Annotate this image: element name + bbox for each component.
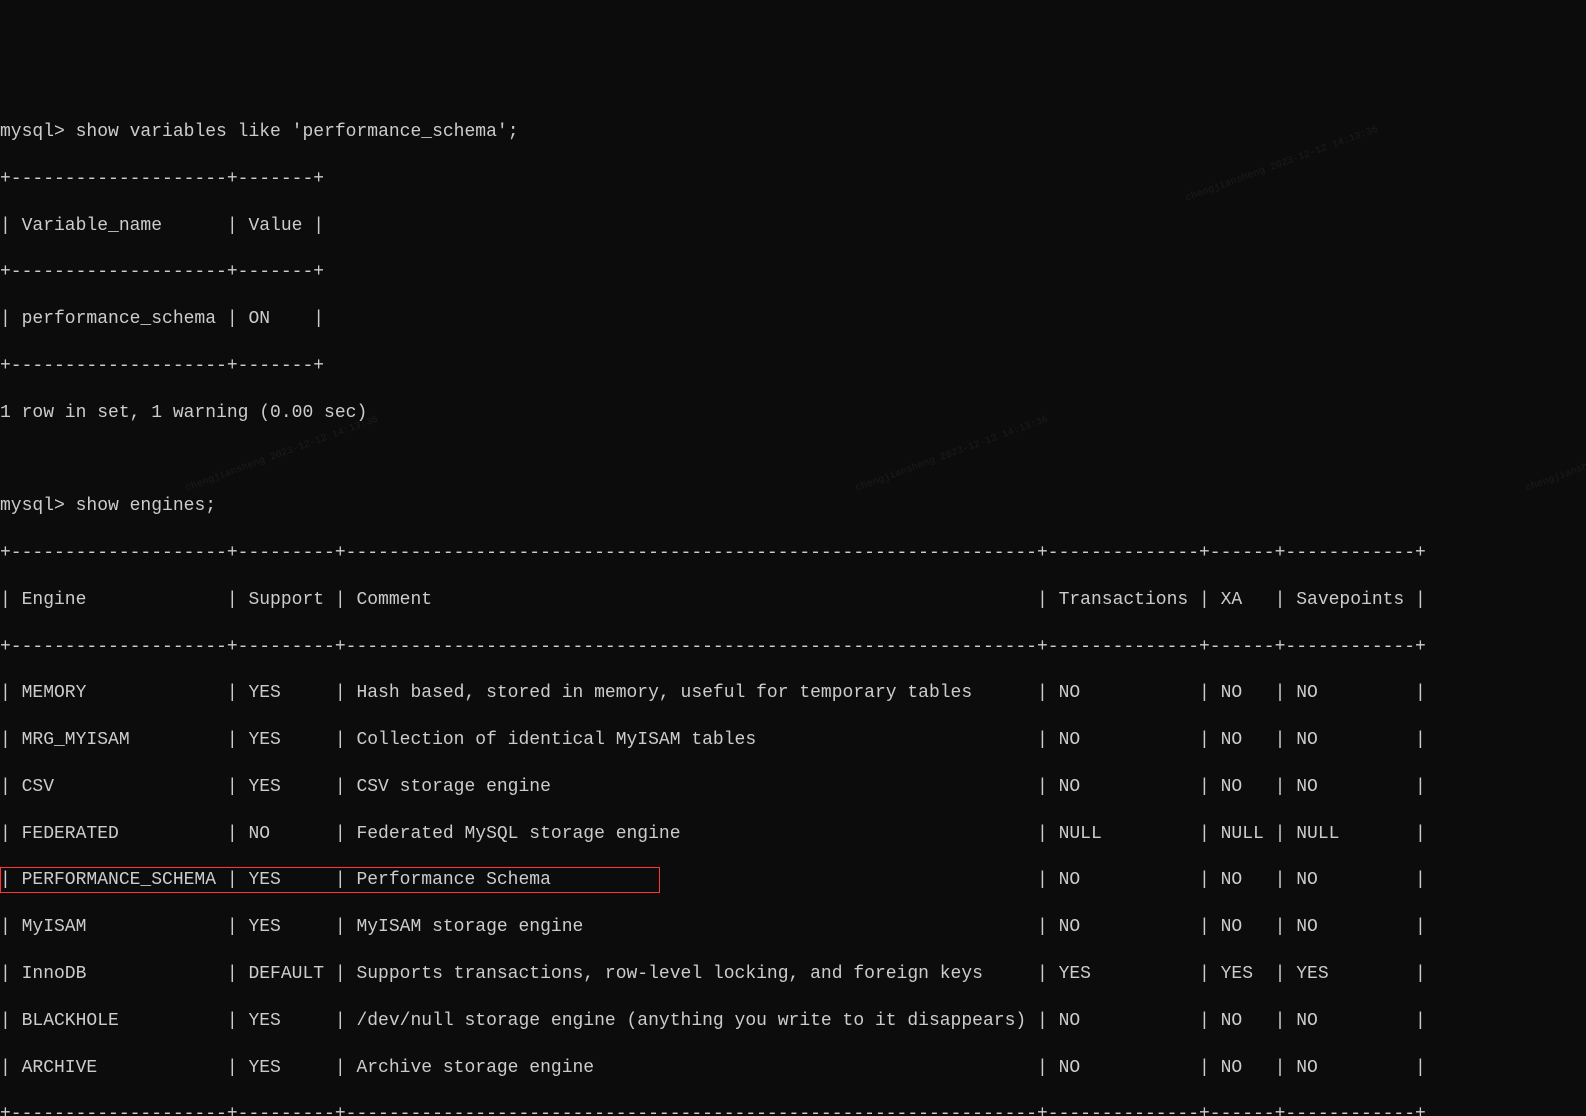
table1-border-top: +--------------------+-------+ (0, 168, 1586, 191)
query1-status: 1 row in set, 1 warning (0.00 sec) (0, 402, 1586, 425)
table2-row-federated: | FEDERATED | NO | Federated MySQL stora… (0, 823, 1586, 846)
mysql-prompt: mysql> (0, 496, 65, 516)
table2-border-top: +--------------------+---------+--------… (0, 542, 1586, 565)
table1-header: | Variable_name | Value | (0, 215, 1586, 238)
blank-line (0, 448, 1586, 471)
table2-row-performance-schema: | PERFORMANCE_SCHEMA | YES | Performance… (0, 869, 1586, 892)
table2-border-mid: +--------------------+---------+--------… (0, 636, 1586, 659)
table2-row-memory: | MEMORY | YES | Hash based, stored in m… (0, 682, 1586, 705)
sql-command-2: show engines; (76, 496, 216, 516)
table1-row: | performance_schema | ON | (0, 308, 1586, 331)
table2-row-archive: | ARCHIVE | YES | Archive storage engine… (0, 1057, 1586, 1080)
table2-border-bot: +--------------------+---------+--------… (0, 1103, 1586, 1116)
table2-row-innodb: | InnoDB | DEFAULT | Supports transactio… (0, 963, 1586, 986)
mysql-prompt-line-1[interactable]: mysql> show variables like 'performance_… (0, 121, 1586, 144)
sql-command-1: show variables like 'performance_schema'… (76, 122, 519, 142)
terminal-output: mysql> show variables like 'performance_… (0, 98, 1586, 1116)
table2-row-myisam: | MyISAM | YES | MyISAM storage engine |… (0, 916, 1586, 939)
table1-border-mid: +--------------------+-------+ (0, 261, 1586, 284)
table2-row-blackhole: | BLACKHOLE | YES | /dev/null storage en… (0, 1010, 1586, 1033)
table1-border-bot: +--------------------+-------+ (0, 355, 1586, 378)
mysql-prompt-line-2[interactable]: mysql> show engines; (0, 495, 1586, 518)
mysql-prompt: mysql> (0, 122, 65, 142)
table2-row-csv: | CSV | YES | CSV storage engine | NO | … (0, 776, 1586, 799)
table2-row-mrg-myisam: | MRG_MYISAM | YES | Collection of ident… (0, 729, 1586, 752)
table2-header: | Engine | Support | Comment | Transacti… (0, 589, 1586, 612)
